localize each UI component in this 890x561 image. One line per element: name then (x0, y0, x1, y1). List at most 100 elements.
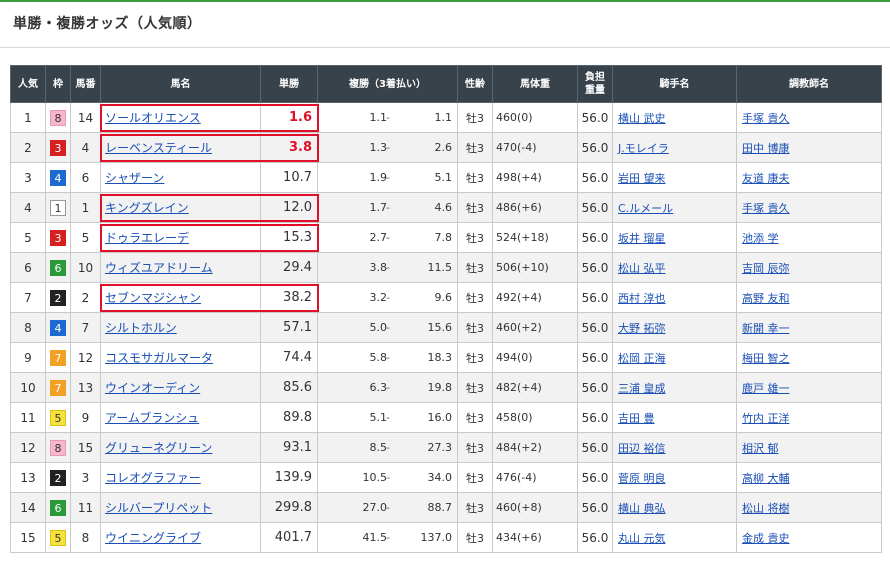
table-row: 12 8 15 グリューネグリーン 93.1 8.5- 27.3 牡3 484(+2) 56.0 田… (10, 432, 882, 463)
horse-number-cell: 11 (70, 492, 101, 523)
place-odds-separator: - (386, 381, 390, 394)
trainer-link[interactable]: 高柳 大輔 (742, 472, 790, 485)
horse-name-cell: セブンマジシャン (100, 282, 261, 313)
place-odds-high: 5.1 (434, 171, 453, 184)
horse-name-link[interactable]: レーベンスティール (105, 141, 212, 155)
jockey-cell: 田辺 裕信 (612, 432, 737, 463)
horse-name-cell: レーベンスティール (100, 132, 261, 163)
place-odds-high: 19.8 (427, 381, 453, 394)
trainer-link[interactable]: 金成 貴史 (742, 532, 790, 545)
trainer-cell: 高柳 大輔 (736, 462, 882, 493)
jockey-link[interactable]: 吉田 豊 (618, 412, 655, 425)
trainer-link[interactable]: 鹿戸 雄一 (742, 382, 790, 395)
table-row: 5 3 5 ドゥラエレーデ 15.3 2.7- 7.8 牡3 524(+18) 56.0 坂井 瑠星… (10, 222, 882, 253)
horse-name-link[interactable]: ウインオーディン (105, 381, 200, 395)
jockey-link[interactable]: 大野 拓弥 (618, 322, 666, 335)
header-body-weight: 馬体重 (492, 65, 578, 103)
trainer-cell: 相沢 郁 (736, 432, 882, 463)
horse-name-link[interactable]: シルトホルン (105, 321, 177, 335)
jockey-cell: 松山 弘平 (612, 252, 737, 283)
horse-name-link[interactable]: シャザーン (105, 171, 164, 185)
place-odds-separator: - (386, 291, 390, 304)
horse-number-cell: 6 (70, 162, 101, 193)
win-odds-cell: 38.2 (260, 282, 318, 313)
place-odds-low: 5.8 (369, 351, 388, 364)
waku-badge: 6 (50, 499, 66, 516)
carried-weight-cell: 56.0 (577, 312, 613, 343)
carried-weight-cell: 56.0 (577, 372, 613, 403)
jockey-link[interactable]: 田辺 裕信 (618, 442, 666, 455)
win-odds-cell: 89.8 (260, 402, 318, 433)
horse-name-link[interactable]: コレオグラファー (105, 471, 201, 485)
waku-badge: 1 (50, 199, 66, 216)
jockey-link[interactable]: 松岡 正海 (618, 352, 666, 365)
trainer-link[interactable]: 友道 康夫 (742, 172, 790, 185)
trainer-link[interactable]: 手塚 貴久 (742, 202, 790, 215)
jockey-link[interactable]: 菅原 明良 (618, 472, 666, 485)
waku-cell: 8 (45, 102, 71, 133)
jockey-link[interactable]: 丸山 元気 (618, 532, 666, 545)
place-odds-high: 34.0 (427, 471, 453, 484)
horse-name-cell: シルトホルン (100, 312, 261, 343)
place-odds-separator: - (386, 351, 390, 364)
jockey-cell: C.ルメール (612, 192, 737, 223)
body-weight-cell: 484(+2) (492, 432, 578, 463)
waku-badge: 4 (50, 319, 66, 336)
header-horse-name: 馬名 (100, 65, 261, 103)
place-odds-low: 1.1 (369, 111, 388, 124)
jockey-link[interactable]: C.ルメール (618, 202, 673, 215)
horse-name-link[interactable]: ドゥラエレーデ (105, 231, 189, 245)
place-odds-cell: 1.3- 2.6 (317, 132, 458, 163)
horse-name-cell: ウイニングライブ (100, 522, 261, 553)
horse-number-cell: 9 (70, 402, 101, 433)
trainer-link[interactable]: 梅田 智之 (742, 352, 790, 365)
horse-name-link[interactable]: セブンマジシャン (105, 291, 201, 305)
horse-name-cell: アームブランシュ (100, 402, 261, 433)
jockey-link[interactable]: 三浦 皇成 (618, 382, 666, 395)
trainer-link[interactable]: 新開 幸一 (742, 322, 790, 335)
place-odds-low: 3.2 (369, 291, 388, 304)
trainer-link[interactable]: 相沢 郁 (742, 442, 779, 455)
table-header-row: 人気 枠 馬番 馬名 単勝 複勝（3着払い） 性齢 馬体重 負担重量 騎手名 調… (10, 65, 882, 103)
horse-name-link[interactable]: シルバープリペット (105, 501, 212, 515)
horse-name-link[interactable]: アームブランシュ (105, 411, 199, 425)
place-odds-high: 11.5 (427, 261, 453, 274)
horse-name-link[interactable]: ウイニングライブ (105, 531, 201, 545)
jockey-link[interactable]: 横山 典弘 (618, 502, 666, 515)
horse-number-cell: 15 (70, 432, 101, 463)
jockey-link[interactable]: 西村 淳也 (618, 292, 666, 305)
place-odds-separator: - (386, 141, 390, 154)
horse-name-link[interactable]: ソールオリエンス (105, 111, 201, 125)
body-weight-cell: 460(0) (492, 102, 578, 133)
popularity-cell: 11 (10, 402, 46, 433)
waku-cell: 8 (45, 432, 71, 463)
horse-name-link[interactable]: コスモサガルマータ (105, 351, 213, 365)
sex-age-cell: 牡3 (457, 222, 493, 253)
trainer-link[interactable]: 吉岡 辰弥 (742, 262, 790, 275)
horse-name-link[interactable]: グリューネグリーン (105, 441, 212, 455)
carried-weight-cell: 56.0 (577, 132, 613, 163)
horse-name-cell: コレオグラファー (100, 462, 261, 493)
place-odds-low: 5.1 (369, 411, 388, 424)
trainer-link[interactable]: 竹内 正洋 (742, 412, 790, 425)
place-odds-high: 9.6 (434, 291, 453, 304)
horse-number-cell: 12 (70, 342, 101, 373)
trainer-link[interactable]: 手塚 貴久 (742, 112, 790, 125)
jockey-link[interactable]: J.モレイラ (618, 142, 669, 155)
waku-cell: 6 (45, 492, 71, 523)
trainer-link[interactable]: 田中 博康 (742, 142, 790, 155)
horse-name-cell: ウィズユアドリーム (100, 252, 261, 283)
place-odds-high: 27.3 (427, 441, 453, 454)
horse-name-link[interactable]: ウィズユアドリーム (105, 261, 213, 275)
jockey-link[interactable]: 松山 弘平 (618, 262, 666, 275)
jockey-link[interactable]: 坂井 瑠星 (618, 232, 666, 245)
trainer-link[interactable]: 池添 学 (742, 232, 779, 245)
jockey-link[interactable]: 岩田 望来 (618, 172, 666, 185)
body-weight-cell: 460(+2) (492, 312, 578, 343)
trainer-link[interactable]: 松山 将樹 (742, 502, 790, 515)
jockey-link[interactable]: 横山 武史 (618, 112, 666, 125)
horse-name-link[interactable]: キングズレイン (105, 201, 189, 215)
table-row: 6 6 10 ウィズユアドリーム 29.4 3.8-11.5 牡3 506(+10) 56.0 松… (10, 252, 882, 283)
body-weight-cell: 482(+4) (492, 372, 578, 403)
trainer-link[interactable]: 高野 友和 (742, 292, 790, 305)
